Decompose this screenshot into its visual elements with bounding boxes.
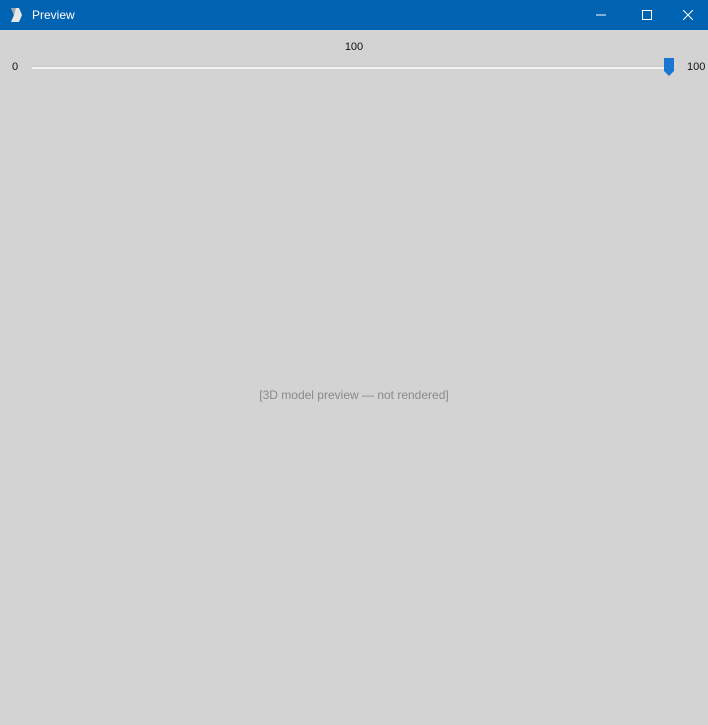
maximize-button[interactable] [624, 0, 670, 30]
app-icon [11, 8, 22, 22]
close-icon [683, 10, 693, 20]
viewport-placeholder: [3D model preview — not rendered] [259, 388, 449, 402]
slider-value-label: 100 [344, 41, 364, 53]
window-title: Preview [32, 8, 75, 22]
slider-track[interactable] [32, 66, 674, 69]
close-button[interactable] [668, 0, 708, 30]
minimize-button[interactable] [578, 0, 624, 30]
title-bar[interactable]: Preview [0, 0, 708, 30]
maximize-icon [642, 10, 652, 20]
preview-window: Preview 100 0 100 [3D model preview — no… [0, 0, 708, 725]
minimize-icon [596, 14, 606, 16]
slider-thumb[interactable] [664, 58, 674, 76]
model-viewport[interactable]: [3D model preview — not rendered] [0, 78, 708, 725]
slider-min-label: 0 [12, 61, 19, 73]
slider-max-label: 100 [687, 61, 706, 73]
